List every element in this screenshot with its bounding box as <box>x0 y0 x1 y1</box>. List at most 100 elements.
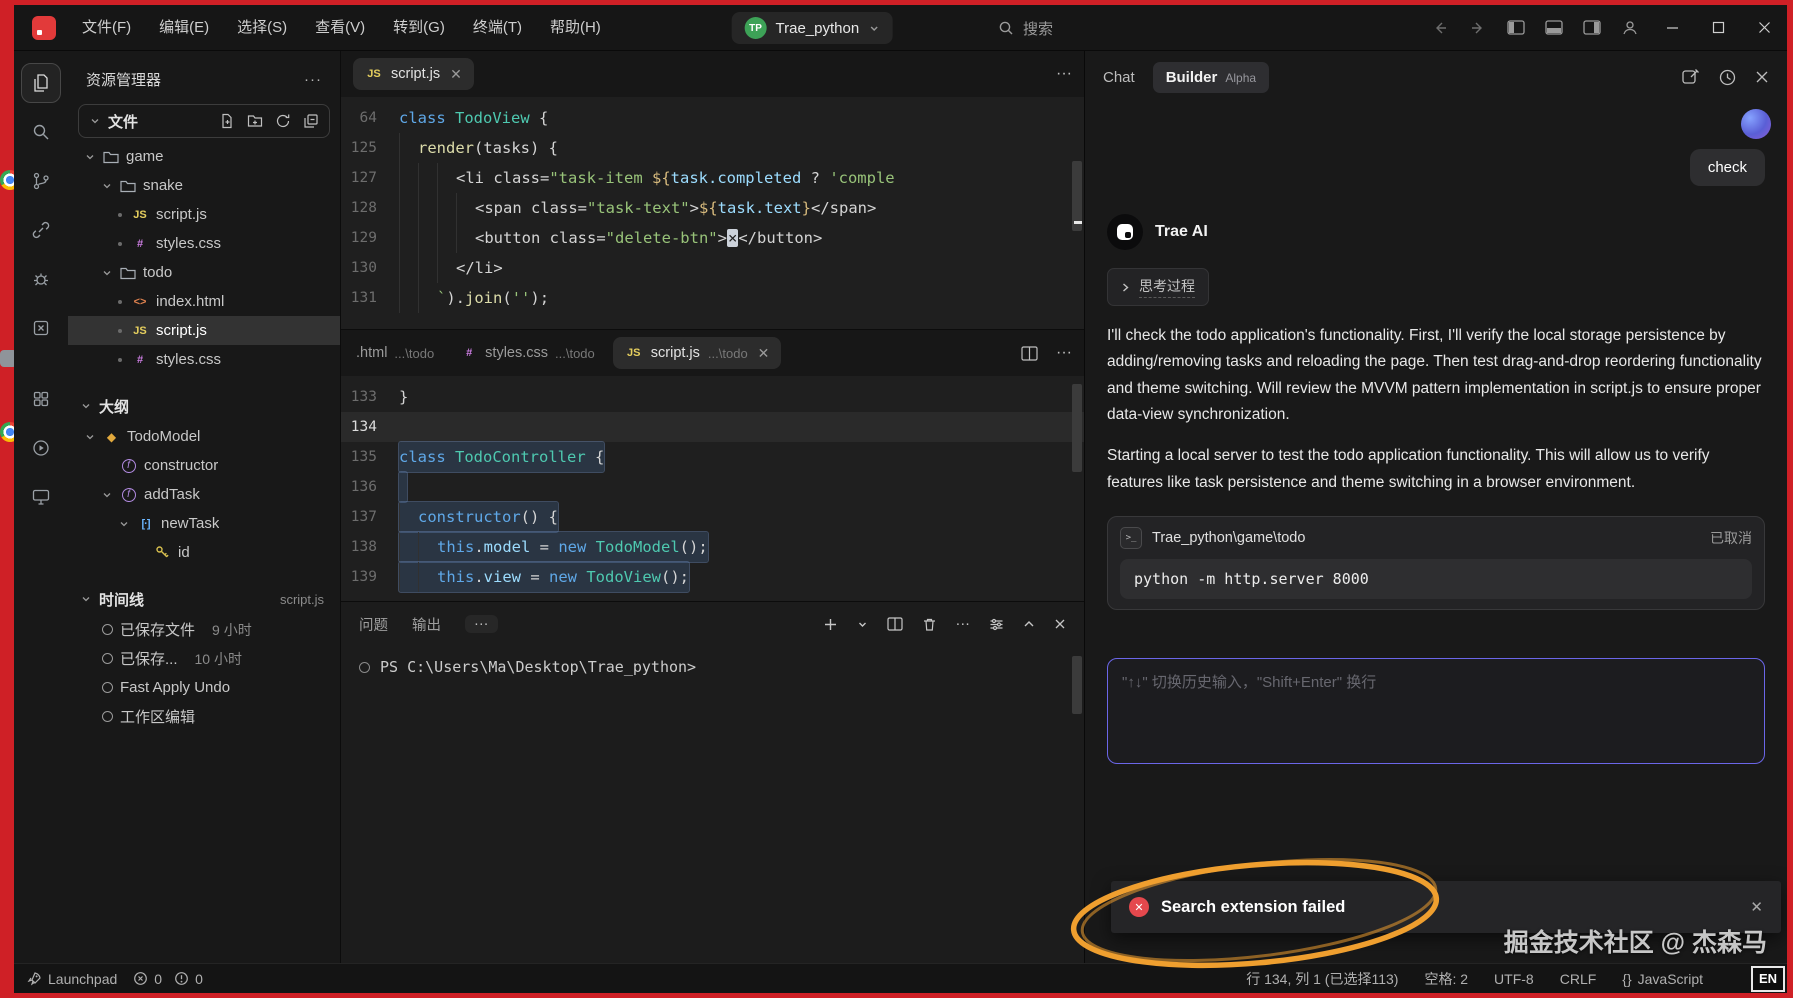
menu-item[interactable]: 终端(T) <box>459 5 536 51</box>
outline-item[interactable]: [·]newTask <box>68 509 340 538</box>
project-selector[interactable]: TP Trae_python <box>732 12 893 44</box>
close-button[interactable] <box>1741 5 1787 51</box>
panel-more-icon[interactable]: ··· <box>465 615 498 633</box>
indent-setting[interactable]: 空格: 2 <box>1424 969 1468 989</box>
toggle-right-sidebar-icon[interactable] <box>1573 5 1611 51</box>
outline-item[interactable]: id <box>68 538 340 567</box>
code-editor-top[interactable]: 64class TodoView {125render(tasks) {127<… <box>341 97 1084 329</box>
close-tab-icon[interactable]: ✕ <box>758 345 770 362</box>
tree-file[interactable]: #styles.css <box>68 229 340 258</box>
terminal-dropdown-icon[interactable] <box>857 619 868 630</box>
panel-actions-more-icon[interactable]: ··· <box>956 616 971 632</box>
global-search[interactable]: 搜索 <box>998 5 1053 51</box>
app-window: 文件(F)编辑(E)选择(S)查看(V)转到(G)终端(T)帮助(H) TP T… <box>14 5 1787 993</box>
tree-folder[interactable]: snake <box>68 171 340 200</box>
tab-html[interactable]: .html...\todo <box>337 345 442 361</box>
language-mode[interactable]: {} JavaScript <box>1622 971 1703 987</box>
toggle-bottom-panel-icon[interactable] <box>1535 5 1573 51</box>
history-icon[interactable] <box>1718 68 1737 87</box>
close-tab-icon[interactable]: ✕ <box>450 66 462 83</box>
references-link-icon[interactable] <box>21 210 61 250</box>
tab-builder[interactable]: Builder Alpha <box>1153 62 1269 93</box>
new-chat-icon[interactable] <box>1681 68 1700 87</box>
new-file-icon[interactable] <box>219 113 235 129</box>
close-panel-icon[interactable] <box>1054 618 1066 630</box>
editor-more-icon[interactable]: ··· <box>1056 344 1072 362</box>
panel-tab[interactable]: 输出 <box>412 614 441 635</box>
tree-folder[interactable]: todo <box>68 258 340 287</box>
cursor-position[interactable]: 行 134, 列 1 (已选择113) <box>1246 969 1398 989</box>
tree-folder[interactable]: game <box>68 142 340 171</box>
ime-indicator[interactable]: EN <box>1751 966 1785 992</box>
menu-item[interactable]: 转到(G) <box>379 5 459 51</box>
tree-file[interactable]: <>index.html <box>68 287 340 316</box>
apps-grid-icon[interactable] <box>21 379 61 419</box>
debug-icon[interactable] <box>21 259 61 299</box>
command-text[interactable]: python -m http.server 8000 <box>1120 559 1752 599</box>
forward-button[interactable] <box>1459 5 1497 51</box>
outline-item[interactable]: faddTask <box>68 480 340 509</box>
extensions-icon[interactable] <box>21 308 61 348</box>
thought-process-toggle[interactable]: 思考过程 <box>1107 268 1209 306</box>
menu-item[interactable]: 编辑(E) <box>145 5 223 51</box>
explorer-icon[interactable] <box>21 63 61 103</box>
chat-input[interactable] <box>1108 659 1764 763</box>
tree-file[interactable]: #styles.css <box>68 345 340 374</box>
scrollbar[interactable] <box>1072 384 1082 472</box>
timeline-item[interactable]: 已保存文件9 小时 <box>68 615 340 644</box>
maximize-panel-icon[interactable] <box>1023 618 1035 630</box>
account-icon[interactable] <box>1611 5 1649 51</box>
new-terminal-icon[interactable] <box>823 617 838 632</box>
timeline-item[interactable]: Fast Apply Undo <box>68 673 340 702</box>
tab-scriptjs[interactable]: JS script.js ✕ <box>353 58 474 90</box>
close-toast-icon[interactable]: ✕ <box>1750 898 1763 916</box>
scrollbar[interactable] <box>1072 656 1082 714</box>
back-button[interactable] <box>1421 5 1459 51</box>
app-logo-icon[interactable] <box>32 16 56 40</box>
tab-scriptjs[interactable]: JSscript.js...\todo✕ <box>613 337 782 369</box>
terminal[interactable]: PS C:\Users\Ma\Desktop\Trae_python> <box>341 646 1084 963</box>
chat-messages[interactable]: check Trae AI 思考过程 I'll check the todo a… <box>1085 103 1787 963</box>
new-folder-icon[interactable] <box>247 113 263 129</box>
timeline-item[interactable]: 已保存...10 小时 <box>68 644 340 673</box>
search-sidebar-icon[interactable] <box>21 112 61 152</box>
toggle-left-sidebar-icon[interactable] <box>1497 5 1535 51</box>
collapse-all-icon[interactable] <box>303 113 319 129</box>
launchpad-button[interactable]: Launchpad <box>26 971 117 987</box>
menu-item[interactable]: 查看(V) <box>301 5 379 51</box>
run-icon[interactable] <box>21 428 61 468</box>
tree-file[interactable]: JSscript.js <box>68 316 340 345</box>
tab-chat[interactable]: Chat <box>1103 69 1135 86</box>
minimize-button[interactable] <box>1649 5 1695 51</box>
explorer-more-icon[interactable]: ··· <box>304 71 322 88</box>
close-chat-icon[interactable] <box>1755 70 1769 84</box>
outline-item[interactable]: ◆TodoModel <box>68 422 340 451</box>
tab-stylescss[interactable]: #styles.css...\todo <box>452 345 603 361</box>
trash-icon[interactable] <box>922 617 937 632</box>
editor-more-icon[interactable]: ··· <box>1056 65 1072 83</box>
encoding[interactable]: UTF-8 <box>1494 971 1534 987</box>
source-control-icon[interactable] <box>21 161 61 201</box>
eol-setting[interactable]: CRLF <box>1560 971 1597 987</box>
files-section-header[interactable]: 文件 <box>78 104 330 138</box>
timeline-section-header[interactable]: 时间线 script.js <box>68 583 340 615</box>
code-editor-bottom[interactable]: 133}134135class TodoController {136137co… <box>341 376 1084 601</box>
menu-item[interactable]: 帮助(H) <box>536 5 615 51</box>
menu-item[interactable]: 选择(S) <box>223 5 301 51</box>
status-bar: Launchpad 0 0 行 134, 列 1 (已选择113) 空格: 2 … <box>14 963 1787 993</box>
filter-settings-icon[interactable] <box>989 617 1004 632</box>
maximize-button[interactable] <box>1695 5 1741 51</box>
project-avatar: TP <box>745 17 767 39</box>
outline-section-header[interactable]: 大纲 <box>68 390 340 422</box>
remote-preview-icon[interactable] <box>21 477 61 517</box>
errors-indicator[interactable]: 0 0 <box>133 971 203 987</box>
split-terminal-icon[interactable] <box>887 617 903 631</box>
chat-input-box[interactable] <box>1107 658 1765 764</box>
timeline-item[interactable]: 工作区编辑 <box>68 702 340 731</box>
panel-tab[interactable]: 问题 <box>359 614 388 635</box>
tree-file[interactable]: JSscript.js <box>68 200 340 229</box>
outline-item[interactable]: fconstructor <box>68 451 340 480</box>
split-editor-icon[interactable] <box>1021 346 1038 361</box>
refresh-icon[interactable] <box>275 113 291 129</box>
menu-item[interactable]: 文件(F) <box>68 5 145 51</box>
